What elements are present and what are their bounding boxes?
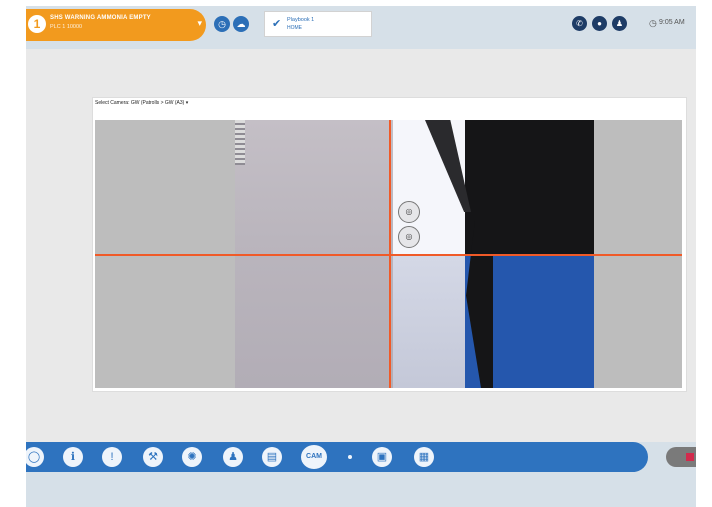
user-icon[interactable]: ♟ <box>612 16 627 31</box>
phone-icon[interactable]: ✆ <box>572 16 587 31</box>
camera-panel: Select Camera: GW (Patrolls > GW (A3) ▾ … <box>92 97 687 392</box>
checkmark-icon: ✔ <box>272 18 282 30</box>
network-icon[interactable]: ✺ <box>182 447 202 467</box>
camera-button[interactable]: CAM <box>301 445 327 469</box>
exit-indicator-icon <box>686 453 694 461</box>
screenshot-frame: 1 SHS WARNING AMMONIA EMPTY PLC 1 10000 … <box>26 6 696 507</box>
bottom-toolbar: ◯ ℹ ! ⚒ ✺ ♟ ▤ CAM ▣ ▦ <box>26 442 648 472</box>
user-icon[interactable]: ♟ <box>223 447 243 467</box>
alarm-count-badge: 1 <box>28 15 46 33</box>
exit-button[interactable] <box>666 447 696 467</box>
chat-icon[interactable]: ● <box>592 16 607 31</box>
clock-time: 9:05 AM <box>659 19 685 26</box>
alarm-banner[interactable]: 1 SHS WARNING AMMONIA EMPTY PLC 1 10000 … <box>26 9 206 41</box>
ptz-zoom-in-icon[interactable]: ◎ <box>398 201 420 223</box>
separator-dot <box>348 455 352 459</box>
film-icon[interactable]: ▣ <box>372 447 392 467</box>
status-line-1: Playbook 1 <box>287 17 315 23</box>
camera-select-dropdown[interactable]: Select Camera: GW (Patrolls > GW (A3) ▾ <box>95 100 188 106</box>
cloud-icon[interactable]: ☁ <box>233 16 249 32</box>
top-header: 1 SHS WARNING AMMONIA EMPTY PLC 1 10000 … <box>26 6 696 44</box>
camera-feed-area[interactable]: ◎ ◎ <box>95 120 682 388</box>
app-workspace: Select Camera: GW (Patrolls > GW (A3) ▾ … <box>26 49 696 442</box>
grid-icon[interactable]: ▦ <box>414 447 434 467</box>
clock-icon: ◷ <box>649 18 657 28</box>
clock-button-icon[interactable]: ◷ <box>214 16 230 32</box>
ptz-zoom-out-icon[interactable]: ◎ <box>398 226 420 248</box>
crosshair-horizontal <box>95 254 682 256</box>
feed-grate-region <box>235 120 245 165</box>
feed-floor-region <box>393 255 468 388</box>
status-line-2: HOME <box>287 25 302 31</box>
screen-icon[interactable]: ▤ <box>262 447 282 467</box>
alarm-subtitle: PLC 1 10000 <box>50 24 83 30</box>
info-icon[interactable]: ℹ <box>63 447 83 467</box>
chevron-down-icon[interactable]: ▾ <box>197 18 202 29</box>
playbook-status-card[interactable]: ✔ Playbook 1 HOME <box>264 11 372 37</box>
globe-icon[interactable]: ◯ <box>26 447 44 467</box>
alert-icon[interactable]: ! <box>102 447 122 467</box>
wrench-icon[interactable]: ⚒ <box>143 447 163 467</box>
alarm-title: SHS WARNING AMMONIA EMPTY <box>50 15 151 21</box>
